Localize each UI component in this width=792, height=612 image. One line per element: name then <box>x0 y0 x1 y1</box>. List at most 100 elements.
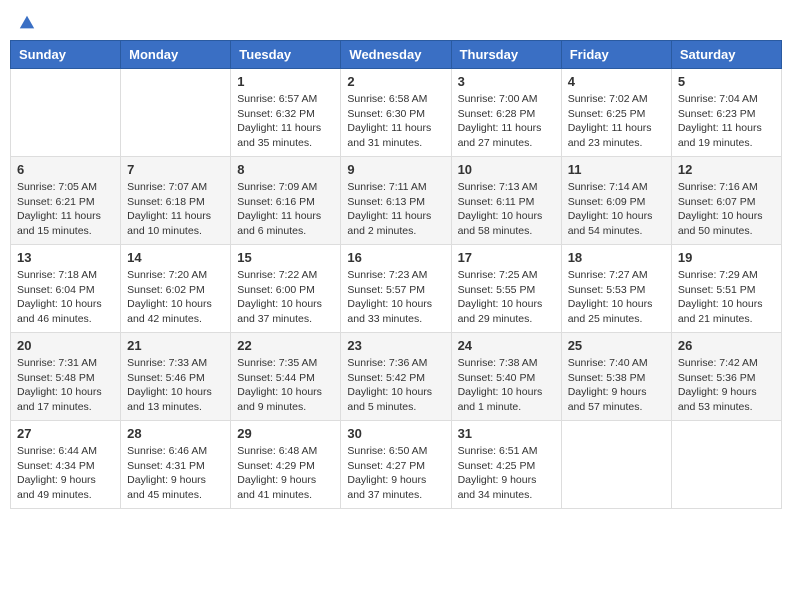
day-number: 6 <box>17 162 114 177</box>
day-number: 15 <box>237 250 334 265</box>
calendar-cell <box>561 421 671 509</box>
calendar-cell: 22 Sunrise: 7:35 AM Sunset: 5:44 PM Dayli… <box>231 333 341 421</box>
cell-content: Sunrise: 7:05 AM Sunset: 6:21 PM Dayligh… <box>17 180 114 239</box>
cell-content: Sunrise: 7:27 AM Sunset: 5:53 PM Dayligh… <box>568 268 665 327</box>
cell-content: Sunrise: 7:22 AM Sunset: 6:00 PM Dayligh… <box>237 268 334 327</box>
day-number: 22 <box>237 338 334 353</box>
page-header <box>10 10 782 32</box>
calendar-cell: 25 Sunrise: 7:40 AM Sunset: 5:38 PM Dayli… <box>561 333 671 421</box>
cell-content: Sunrise: 6:44 AM Sunset: 4:34 PM Dayligh… <box>17 444 114 503</box>
cell-content: Sunrise: 7:14 AM Sunset: 6:09 PM Dayligh… <box>568 180 665 239</box>
calendar-cell: 14 Sunrise: 7:20 AM Sunset: 6:02 PM Dayli… <box>121 245 231 333</box>
column-header-sunday: Sunday <box>11 41 121 69</box>
day-number: 31 <box>458 426 555 441</box>
cell-content: Sunrise: 7:33 AM Sunset: 5:46 PM Dayligh… <box>127 356 224 415</box>
calendar-cell: 19Sunrise: 7:29 AM Sunset: 5:51 PM Dayli… <box>671 245 781 333</box>
column-header-tuesday: Tuesday <box>231 41 341 69</box>
cell-content: Sunrise: 7:00 AM Sunset: 6:28 PM Dayligh… <box>458 92 555 151</box>
column-header-monday: Monday <box>121 41 231 69</box>
calendar-cell: 21Sunrise: 7:33 AM Sunset: 5:46 PM Dayli… <box>121 333 231 421</box>
cell-content: Sunrise: 7:38 AM Sunset: 5:40 PM Dayligh… <box>458 356 555 415</box>
day-number: 3 <box>458 74 555 89</box>
day-number: 10 <box>458 162 555 177</box>
cell-content: Sunrise: 7:20 AM Sunset: 6:02 PM Dayligh… <box>127 268 224 327</box>
cell-content: Sunrise: 7:09 AM Sunset: 6:16 PM Dayligh… <box>237 180 334 239</box>
day-number: 23 <box>347 338 444 353</box>
cell-content: Sunrise: 6:58 AM Sunset: 6:30 PM Dayligh… <box>347 92 444 151</box>
day-number: 24 <box>458 338 555 353</box>
calendar-cell: 2 Sunrise: 6:58 AM Sunset: 6:30 PM Daylig… <box>341 69 451 157</box>
calendar-week-row: 13Sunrise: 7:18 AM Sunset: 6:04 PM Dayli… <box>11 245 782 333</box>
calendar-cell: 8Sunrise: 7:09 AM Sunset: 6:16 PM Daylig… <box>231 157 341 245</box>
cell-content: Sunrise: 6:51 AM Sunset: 4:25 PM Dayligh… <box>458 444 555 503</box>
calendar-cell: 28Sunrise: 6:46 AM Sunset: 4:31 PM Dayli… <box>121 421 231 509</box>
calendar-cell: 1Sunrise: 6:57 AM Sunset: 6:32 PM Daylig… <box>231 69 341 157</box>
calendar-cell: 27 Sunrise: 6:44 AM Sunset: 4:34 PM Dayli… <box>11 421 121 509</box>
day-number: 26 <box>678 338 775 353</box>
calendar-cell: 10 Sunrise: 7:13 AM Sunset: 6:11 PM Dayli… <box>451 157 561 245</box>
cell-content: Sunrise: 7:04 AM Sunset: 6:23 PM Dayligh… <box>678 92 775 151</box>
cell-content: Sunrise: 6:57 AM Sunset: 6:32 PM Dayligh… <box>237 92 334 151</box>
calendar-cell: 15 Sunrise: 7:22 AM Sunset: 6:00 PM Dayli… <box>231 245 341 333</box>
cell-content: Sunrise: 7:35 AM Sunset: 5:44 PM Dayligh… <box>237 356 334 415</box>
day-number: 2 <box>347 74 444 89</box>
day-number: 18 <box>568 250 665 265</box>
calendar-week-row: 20 Sunrise: 7:31 AM Sunset: 5:48 PM Dayli… <box>11 333 782 421</box>
calendar-cell: 7 Sunrise: 7:07 AM Sunset: 6:18 PM Daylig… <box>121 157 231 245</box>
day-number: 4 <box>568 74 665 89</box>
calendar-cell: 16 Sunrise: 7:23 AM Sunset: 5:57 PM Dayli… <box>341 245 451 333</box>
calendar-cell: 9 Sunrise: 7:11 AM Sunset: 6:13 PM Daylig… <box>341 157 451 245</box>
calendar-cell <box>671 421 781 509</box>
column-header-friday: Friday <box>561 41 671 69</box>
day-number: 9 <box>347 162 444 177</box>
logo-icon <box>18 14 36 32</box>
calendar-cell: 12 Sunrise: 7:16 AM Sunset: 6:07 PM Dayli… <box>671 157 781 245</box>
calendar-cell: 5 Sunrise: 7:04 AM Sunset: 6:23 PM Daylig… <box>671 69 781 157</box>
day-number: 30 <box>347 426 444 441</box>
calendar-cell: 11 Sunrise: 7:14 AM Sunset: 6:09 PM Dayli… <box>561 157 671 245</box>
calendar-cell: 20 Sunrise: 7:31 AM Sunset: 5:48 PM Dayli… <box>11 333 121 421</box>
day-number: 25 <box>568 338 665 353</box>
cell-content: Sunrise: 7:42 AM Sunset: 5:36 PM Dayligh… <box>678 356 775 415</box>
cell-content: Sunrise: 7:02 AM Sunset: 6:25 PM Dayligh… <box>568 92 665 151</box>
cell-content: Sunrise: 6:50 AM Sunset: 4:27 PM Dayligh… <box>347 444 444 503</box>
calendar-week-row: 1Sunrise: 6:57 AM Sunset: 6:32 PM Daylig… <box>11 69 782 157</box>
calendar-week-row: 27 Sunrise: 6:44 AM Sunset: 4:34 PM Dayli… <box>11 421 782 509</box>
day-number: 19 <box>678 250 775 265</box>
calendar-cell: 23Sunrise: 7:36 AM Sunset: 5:42 PM Dayli… <box>341 333 451 421</box>
day-number: 11 <box>568 162 665 177</box>
calendar-cell: 29Sunrise: 6:48 AM Sunset: 4:29 PM Dayli… <box>231 421 341 509</box>
cell-content: Sunrise: 7:23 AM Sunset: 5:57 PM Dayligh… <box>347 268 444 327</box>
cell-content: Sunrise: 6:48 AM Sunset: 4:29 PM Dayligh… <box>237 444 334 503</box>
cell-content: Sunrise: 7:31 AM Sunset: 5:48 PM Dayligh… <box>17 356 114 415</box>
calendar-cell <box>121 69 231 157</box>
day-number: 16 <box>347 250 444 265</box>
calendar-cell: 31 Sunrise: 6:51 AM Sunset: 4:25 PM Dayli… <box>451 421 561 509</box>
calendar-cell: 13Sunrise: 7:18 AM Sunset: 6:04 PM Dayli… <box>11 245 121 333</box>
cell-content: Sunrise: 7:13 AM Sunset: 6:11 PM Dayligh… <box>458 180 555 239</box>
day-number: 17 <box>458 250 555 265</box>
cell-content: Sunrise: 7:40 AM Sunset: 5:38 PM Dayligh… <box>568 356 665 415</box>
column-header-thursday: Thursday <box>451 41 561 69</box>
calendar-cell: 17Sunrise: 7:25 AM Sunset: 5:55 PM Dayli… <box>451 245 561 333</box>
day-number: 5 <box>678 74 775 89</box>
calendar-week-row: 6 Sunrise: 7:05 AM Sunset: 6:21 PM Daylig… <box>11 157 782 245</box>
day-number: 12 <box>678 162 775 177</box>
calendar-cell <box>11 69 121 157</box>
column-header-saturday: Saturday <box>671 41 781 69</box>
logo <box>16 14 36 28</box>
day-number: 20 <box>17 338 114 353</box>
calendar-cell: 4 Sunrise: 7:02 AM Sunset: 6:25 PM Daylig… <box>561 69 671 157</box>
day-number: 27 <box>17 426 114 441</box>
calendar-header-row: SundayMondayTuesdayWednesdayThursdayFrid… <box>11 41 782 69</box>
calendar-cell: 18 Sunrise: 7:27 AM Sunset: 5:53 PM Dayli… <box>561 245 671 333</box>
cell-content: Sunrise: 7:16 AM Sunset: 6:07 PM Dayligh… <box>678 180 775 239</box>
cell-content: Sunrise: 7:07 AM Sunset: 6:18 PM Dayligh… <box>127 180 224 239</box>
cell-content: Sunrise: 7:11 AM Sunset: 6:13 PM Dayligh… <box>347 180 444 239</box>
calendar-cell: 24 Sunrise: 7:38 AM Sunset: 5:40 PM Dayli… <box>451 333 561 421</box>
day-number: 14 <box>127 250 224 265</box>
calendar-cell: 26 Sunrise: 7:42 AM Sunset: 5:36 PM Dayli… <box>671 333 781 421</box>
column-header-wednesday: Wednesday <box>341 41 451 69</box>
calendar-cell: 6 Sunrise: 7:05 AM Sunset: 6:21 PM Daylig… <box>11 157 121 245</box>
day-number: 7 <box>127 162 224 177</box>
